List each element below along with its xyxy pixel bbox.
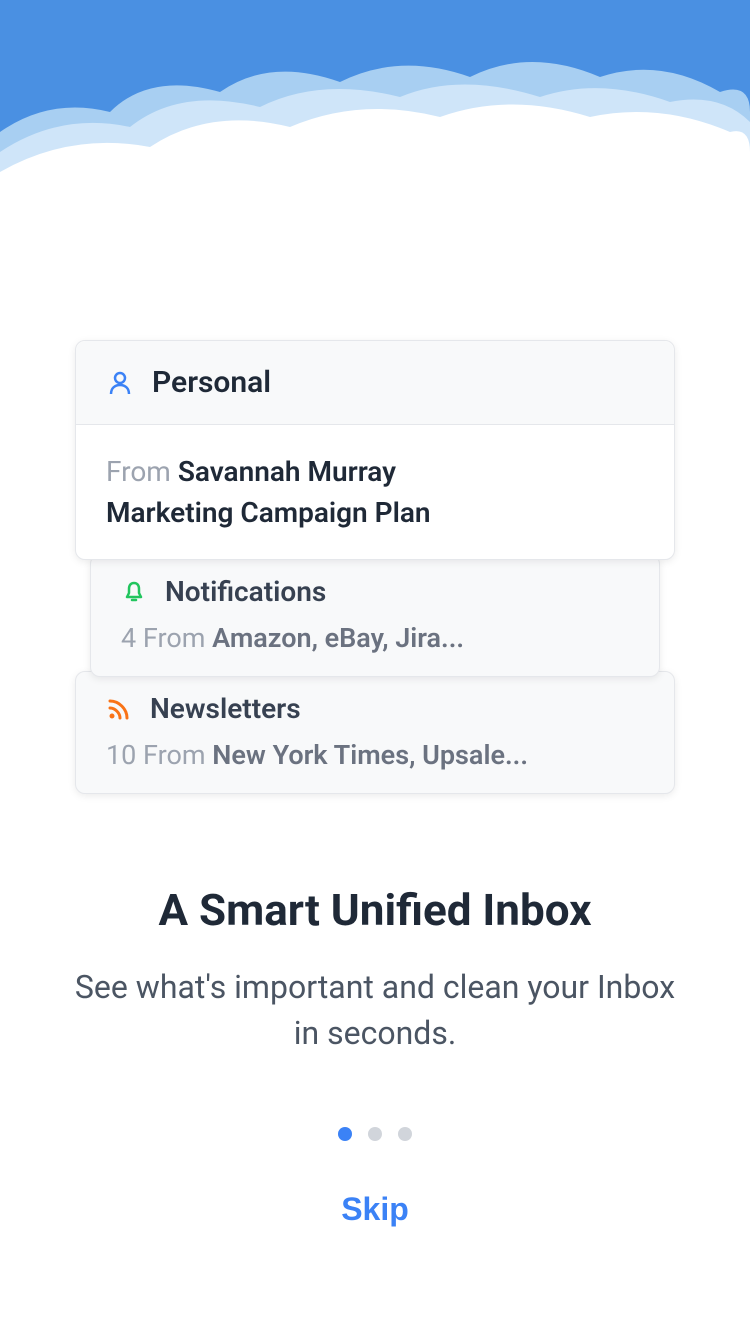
- newsletters-count: 10 From: [106, 739, 212, 771]
- personal-card-header: Personal: [76, 341, 674, 425]
- sender-name: Savannah Murray: [178, 455, 396, 488]
- person-icon: [106, 369, 134, 397]
- newsletters-header: Newsletters: [106, 692, 644, 725]
- notifications-sources: Amazon, eBay, Jira...: [212, 622, 464, 654]
- personal-card: Personal From Savannah Murray Marketing …: [75, 340, 675, 560]
- page-headline: A Smart Unified Inbox: [0, 884, 750, 936]
- notifications-header: Notifications: [121, 575, 629, 608]
- notifications-title: Notifications: [165, 575, 326, 608]
- pagination-dot-1[interactable]: [338, 1127, 352, 1141]
- newsletters-sources: New York Times, Upsale...: [212, 739, 528, 771]
- skip-button[interactable]: Skip: [0, 1191, 750, 1228]
- pagination-dot-3[interactable]: [398, 1127, 412, 1141]
- notifications-count: 4 From: [121, 622, 212, 654]
- rss-icon: [106, 696, 132, 722]
- notifications-card: Notifications 4 From Amazon, eBay, Jira.…: [90, 554, 660, 677]
- notifications-subtitle: 4 From Amazon, eBay, Jira...: [121, 622, 629, 654]
- bell-icon: [121, 579, 147, 605]
- newsletters-title: Newsletters: [150, 692, 301, 725]
- pagination-dots: [0, 1127, 750, 1141]
- pagination-dot-2[interactable]: [368, 1127, 382, 1141]
- page-subheadline: See what's important and clean your Inbo…: [0, 964, 750, 1057]
- email-subject: Marketing Campaign Plan: [106, 496, 644, 529]
- personal-card-body: From Savannah Murray Marketing Campaign …: [76, 425, 674, 559]
- newsletters-card: Newsletters 10 From New York Times, Upsa…: [75, 671, 675, 794]
- newsletters-subtitle: 10 From New York Times, Upsale...: [106, 739, 644, 771]
- inbox-cards-stack: Personal From Savannah Murray Marketing …: [65, 340, 685, 794]
- personal-card-title: Personal: [152, 365, 271, 400]
- email-from-line: From Savannah Murray: [106, 455, 644, 488]
- from-label: From: [106, 455, 178, 488]
